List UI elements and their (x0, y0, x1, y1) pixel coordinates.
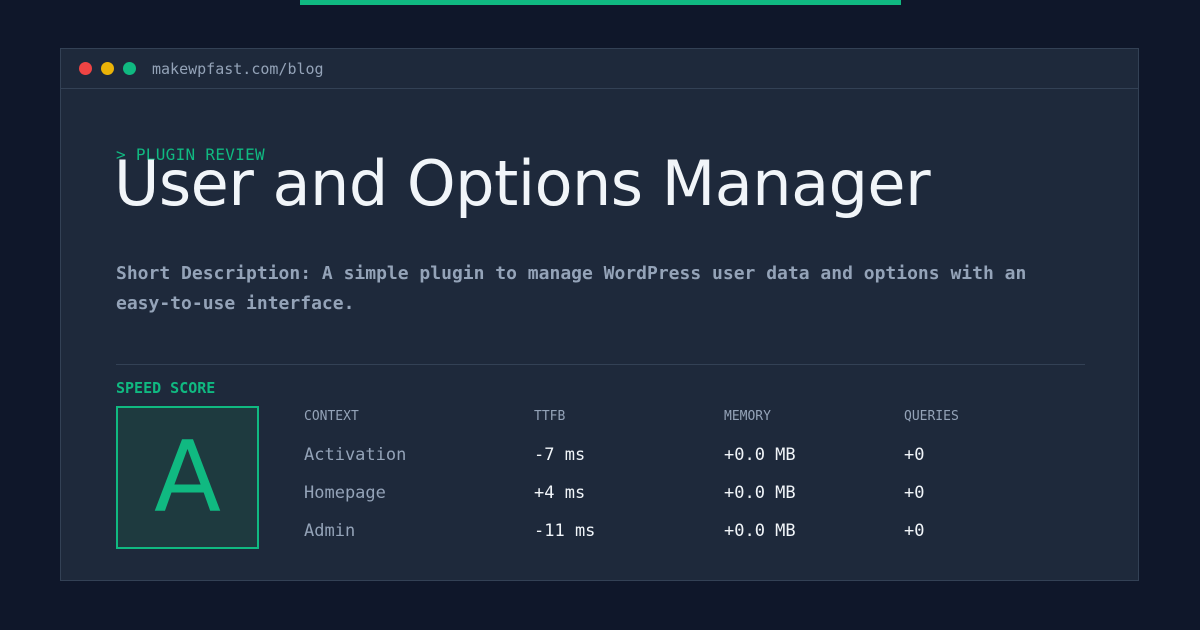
metrics-table: CONTEXT TTFB MEMORY QUERIES Activation -… (304, 407, 1084, 549)
window-titlebar: makewpfast.com/blog (61, 49, 1138, 89)
context-cell: Homepage (304, 483, 386, 503)
top-accent-bar (300, 0, 901, 5)
section-divider (116, 364, 1085, 365)
header-memory: MEMORY (724, 409, 771, 424)
speed-score-label: SPEED SCORE (116, 379, 216, 397)
close-dot-icon (79, 62, 92, 75)
speed-grade: A (153, 420, 222, 535)
post-description: Short Description: A simple plugin to ma… (116, 263, 1027, 314)
metrics-row: Admin -11 ms +0.0 MB +0 (304, 511, 1084, 549)
header-context: CONTEXT (304, 409, 359, 424)
minimize-dot-icon (101, 62, 114, 75)
header-ttfb: TTFB (534, 409, 566, 424)
post-title: User and Options Manager (114, 147, 931, 220)
speed-grade-badge: A (116, 406, 259, 549)
metrics-row: Homepage +4 ms +0.0 MB +0 (304, 473, 1084, 511)
context-cell: Activation (304, 445, 407, 465)
memory-cell: +0.0 MB (724, 521, 796, 541)
queries-cell: +0 (904, 445, 925, 465)
memory-cell: +0.0 MB (724, 445, 796, 465)
url-text: makewpfast.com/blog (152, 59, 324, 78)
ttfb-cell: +4 ms (534, 483, 586, 503)
header-queries: QUERIES (904, 409, 959, 424)
maximize-dot-icon (123, 62, 136, 75)
memory-cell: +0.0 MB (724, 483, 796, 503)
context-cell: Admin (304, 521, 356, 541)
ttfb-cell: -11 ms (534, 521, 596, 541)
metrics-row: Activation -7 ms +0.0 MB +0 (304, 435, 1084, 473)
ttfb-cell: -7 ms (534, 445, 586, 465)
browser-window: makewpfast.com/blog > PLUGIN REVIEW User… (60, 48, 1139, 581)
queries-cell: +0 (904, 483, 925, 503)
queries-cell: +0 (904, 521, 925, 541)
metrics-header-row: CONTEXT TTFB MEMORY QUERIES (304, 407, 1084, 435)
